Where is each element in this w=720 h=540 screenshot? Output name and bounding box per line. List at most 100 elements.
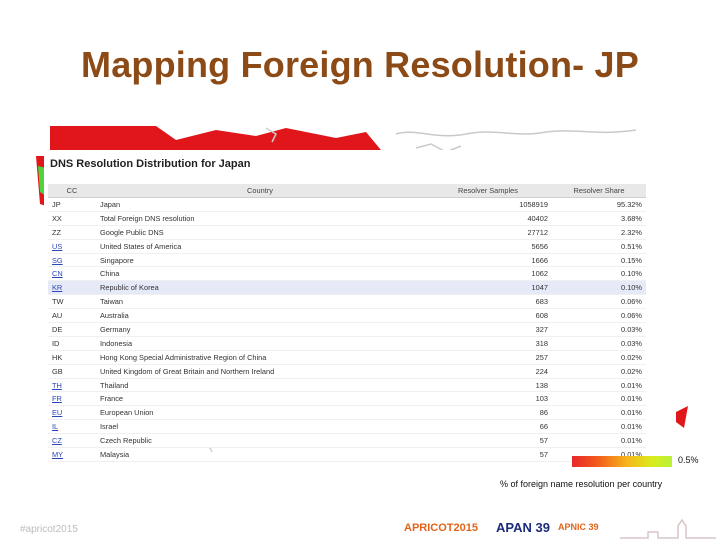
table-row: ZZ Google Public DNS 27712 2.32% [48,225,646,240]
cell-resolver-share: 2.32% [552,225,646,240]
country-code: XX [52,213,62,223]
cell-resolver-samples: 138 [424,378,552,393]
country-code-link[interactable]: CN [52,269,63,278]
table-header-row: CC Country Resolver Samples Resolver Sha… [48,184,646,198]
cell-resolver-share: 0.03% [552,336,646,351]
cell-cc[interactable]: EU [48,405,96,421]
footer-logos: APRICOT2015 APAN 39 APNIC 39 [404,518,720,540]
country-code: TW [52,297,64,307]
country-code-link[interactable]: EU [52,408,62,417]
country-code: ZZ [52,227,62,237]
cell-country: European Union [96,405,424,421]
cell-cc[interactable]: TH [48,378,96,393]
cell-resolver-share: 0.51% [552,239,646,254]
cell-cc: HK [48,350,96,365]
cell-cc[interactable]: SG [48,253,96,268]
color-scale-caption: % of foreign name resolution per country [500,479,663,489]
cell-resolver-share: 95.32% [552,197,646,212]
column-header-resolver-share[interactable]: Resolver Share [552,184,646,198]
cell-cc[interactable]: KR [48,280,96,296]
table-row: HK Hong Kong Special Administrative Regio… [48,350,646,365]
cell-cc: ID [48,336,96,351]
cell-resolver-samples: 66 [424,419,552,435]
cell-cc: ZZ [48,225,96,240]
map-region-red [676,406,688,428]
resolution-table: CC Country Resolver Samples Resolver Sha… [48,184,646,462]
country-code-link[interactable]: KR [52,283,62,292]
cell-resolver-samples: 5656 [424,239,552,254]
cell-cc: JP [48,197,96,212]
table-row: EU European Union 86 0.01% [48,405,646,421]
table-body: JP Japan 1058919 95.32% XX Total Foreign DNS … [48,197,646,462]
cell-resolver-share: 0.02% [552,364,646,379]
panel-title: DNS Resolution Distribution for Japan [50,158,251,170]
table-row: CZ Czech Republic 57 0.01% [48,433,646,449]
country-code: ID [52,338,60,348]
country-code: AU [52,311,63,321]
cell-country: Taiwan [96,294,424,310]
cell-resolver-samples: 1062 [424,266,552,282]
dns-distribution-panel: DNS Resolution Distribution for Japan CC… [44,150,650,462]
color-scale-max-label: 0.5% [678,455,699,465]
cell-country: France [96,391,424,407]
cell-country: Hong Kong Special Administrative Region … [96,350,424,365]
cell-resolver-share: 0.01% [552,433,646,449]
cell-resolver-share: 0.01% [552,378,646,393]
cell-resolver-samples: 318 [424,336,552,351]
event-hashtag: #apricot2015 [20,524,78,535]
country-code: JP [52,199,61,209]
table-row: XX Total Foreign DNS resolution 40402 3.68% [48,211,646,226]
table-row: KR Republic of Korea 1047 0.10% [48,280,646,296]
cell-resolver-samples: 608 [424,308,552,324]
column-header-resolver-samples[interactable]: Resolver Samples [424,184,552,198]
cell-cc[interactable]: FR [48,391,96,407]
country-code: HK [52,352,63,362]
table-row: IL Israel 66 0.01% [48,419,646,435]
table-row: TW Taiwan 683 0.06% [48,294,646,310]
country-code-link[interactable]: US [52,242,62,251]
cell-resolver-share: 0.10% [552,266,646,282]
cell-cc[interactable]: IL [48,419,96,435]
apan-logo: APAN 39 [496,520,550,535]
cell-country: Japan [96,197,424,212]
cell-country: Czech Republic [96,433,424,449]
column-header-country[interactable]: Country [96,184,424,198]
apricot-logo: APRICOT2015 [404,522,478,534]
column-header-cc[interactable]: CC [48,184,96,198]
cell-resolver-share: 0.06% [552,308,646,324]
cell-cc: GB [48,364,96,379]
cell-resolver-samples: 327 [424,322,552,337]
cell-cc[interactable]: MY [48,447,96,462]
cell-cc[interactable]: US [48,239,96,254]
country-code-link[interactable]: TH [52,381,62,390]
slide-title: Mapping Foreign Resolution- JP [81,44,639,85]
country-code-link[interactable]: CZ [52,436,62,445]
cell-resolver-samples: 57 [424,433,552,449]
table-row: DE Germany 327 0.03% [48,322,646,337]
table-row: ID Indonesia 318 0.03% [48,336,646,351]
skyline-logo-graphic [620,518,716,539]
table-row: AU Australia 608 0.06% [48,308,646,324]
cell-country: Republic of Korea [96,280,424,296]
cell-cc[interactable]: CN [48,266,96,282]
country-code-link[interactable]: MY [52,450,63,459]
cell-cc[interactable]: CZ [48,433,96,449]
table-row: TH Thailand 138 0.01% [48,378,646,393]
country-code-link[interactable]: FR [52,394,62,403]
table-row: US United States of America 5656 0.51% [48,239,646,254]
country-code-link[interactable]: SG [52,256,63,265]
table-row: SG Singapore 1666 0.15% [48,253,646,268]
cell-resolver-samples: 1058919 [424,197,552,212]
cell-cc: DE [48,322,96,337]
cell-country: Thailand [96,378,424,393]
cell-country: United States of America [96,239,424,254]
cell-country: China [96,266,424,282]
country-code: GB [52,366,63,376]
cell-cc: XX [48,211,96,226]
cell-resolver-share: 0.02% [552,350,646,365]
table-row: MY Malaysia 57 0.01% [48,447,646,462]
cell-resolver-share: 0.10% [552,280,646,296]
color-scale-bar [572,456,672,467]
country-code-link[interactable]: IL [52,422,58,431]
cell-resolver-samples: 86 [424,405,552,421]
